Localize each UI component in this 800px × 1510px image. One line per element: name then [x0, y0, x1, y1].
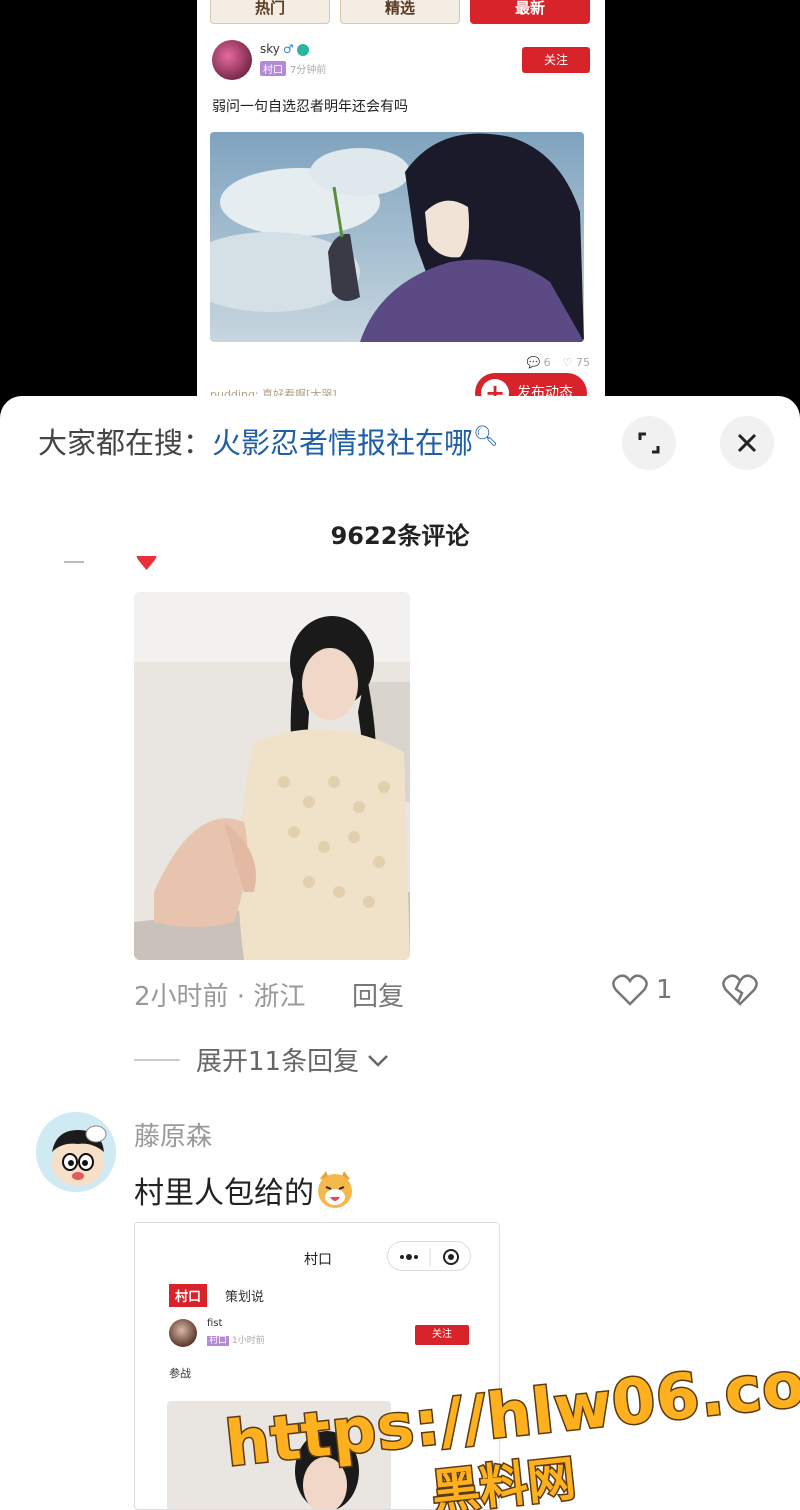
- comment-sheet: 大家都在搜：火影忍者情报社在哪🔍︎ 9622条评论 ♥ 2小时前 · 浙江 回复…: [0, 396, 800, 1510]
- post-time: 7分钟前: [290, 65, 327, 76]
- truncated-comment-text: ♥: [134, 556, 159, 574]
- heart-emoji-icon: ♥: [134, 556, 160, 574]
- reply-button[interactable]: 回复: [352, 976, 404, 1013]
- comment-body: 村里人包给的: [134, 1176, 314, 1211]
- embedded-time: 1小时前: [232, 1336, 265, 1346]
- comment-time-location: 2小时前 · 浙江: [134, 982, 306, 1012]
- male-icon: ♂: [282, 42, 294, 56]
- comment-text: 村里人包给的: [134, 1168, 356, 1212]
- close-icon: [737, 433, 757, 453]
- expand-replies-label: 展开11条回复: [196, 1047, 360, 1077]
- embedded-section-label: 策划说: [225, 1290, 265, 1305]
- expand-icon: [638, 432, 660, 454]
- feed-tabs: 热门 精选 最新: [210, 0, 590, 24]
- follow-button[interactable]: 关注: [522, 47, 590, 73]
- embedded-meta: 村口 1小时前: [207, 1333, 265, 1346]
- embedded-username: fist: [207, 1318, 223, 1329]
- level-badge-icon: [296, 43, 309, 56]
- username: sky: [260, 42, 280, 56]
- search-keyword[interactable]: 火影忍者情报社在哪: [212, 426, 473, 460]
- close-sheet-button[interactable]: [720, 416, 774, 470]
- comment-count-title: 9622条评论: [330, 522, 470, 550]
- comment-count[interactable]: 💬 6: [526, 356, 550, 369]
- embedded-follow-button: 关注: [415, 1325, 469, 1345]
- commenter-avatar[interactable]: [36, 1112, 116, 1192]
- dislike-button[interactable]: [722, 974, 758, 1010]
- status-bar: · · · · · · · · · · · · · · · · · · · · …: [175, 1222, 458, 1228]
- like-count[interactable]: ♡ 75: [563, 356, 590, 369]
- embedded-user-tag: 村口: [207, 1336, 230, 1346]
- post-meta: 村口 7分钟前: [260, 61, 326, 76]
- dog-emoji-icon: [318, 1171, 352, 1208]
- post-text: 弱问一句自选忍者明年还会有吗: [212, 99, 408, 115]
- expand-replies-button[interactable]: 展开11条回复: [134, 1041, 391, 1078]
- embedded-section-tag: 村口: [169, 1284, 208, 1307]
- broken-heart-icon: [722, 974, 758, 1006]
- search-icon: 🔍︎: [473, 423, 499, 448]
- mini-program-capsule: [387, 1241, 471, 1271]
- commenter-name[interactable]: 藤原森: [134, 1116, 212, 1153]
- divider: [64, 561, 84, 563]
- post-author-name[interactable]: sky ♂: [260, 42, 309, 56]
- embedded-avatar: [169, 1319, 197, 1347]
- chevron-down-icon: [368, 1054, 388, 1067]
- tab-latest[interactable]: 最新: [470, 0, 590, 24]
- like-count: 1: [656, 975, 673, 1005]
- trending-search[interactable]: 大家都在搜：火影忍者情报社在哪🔍︎: [38, 420, 498, 462]
- background-feed: 热门 精选 最新 sky♂ 村口 7分钟前 关注 弱问一句自选忍者明年还会有吗: [197, 0, 605, 420]
- divider: [134, 1058, 180, 1061]
- embedded-post-text: 参战: [169, 1367, 191, 1380]
- like-button[interactable]: 1: [612, 974, 673, 1006]
- expand-sheet-button[interactable]: [622, 416, 676, 470]
- tab-hot[interactable]: 热门: [210, 0, 330, 24]
- comment-image[interactable]: [134, 592, 410, 960]
- channel-tag: 村口: [260, 61, 286, 76]
- search-prefix: 大家都在搜：: [38, 426, 213, 460]
- heart-icon: [612, 974, 648, 1006]
- post-image[interactable]: [210, 132, 584, 342]
- post-stats: 💬 6 ♡ 75: [526, 356, 590, 369]
- post-author-avatar[interactable]: [212, 40, 252, 80]
- tab-featured[interactable]: 精选: [340, 0, 460, 24]
